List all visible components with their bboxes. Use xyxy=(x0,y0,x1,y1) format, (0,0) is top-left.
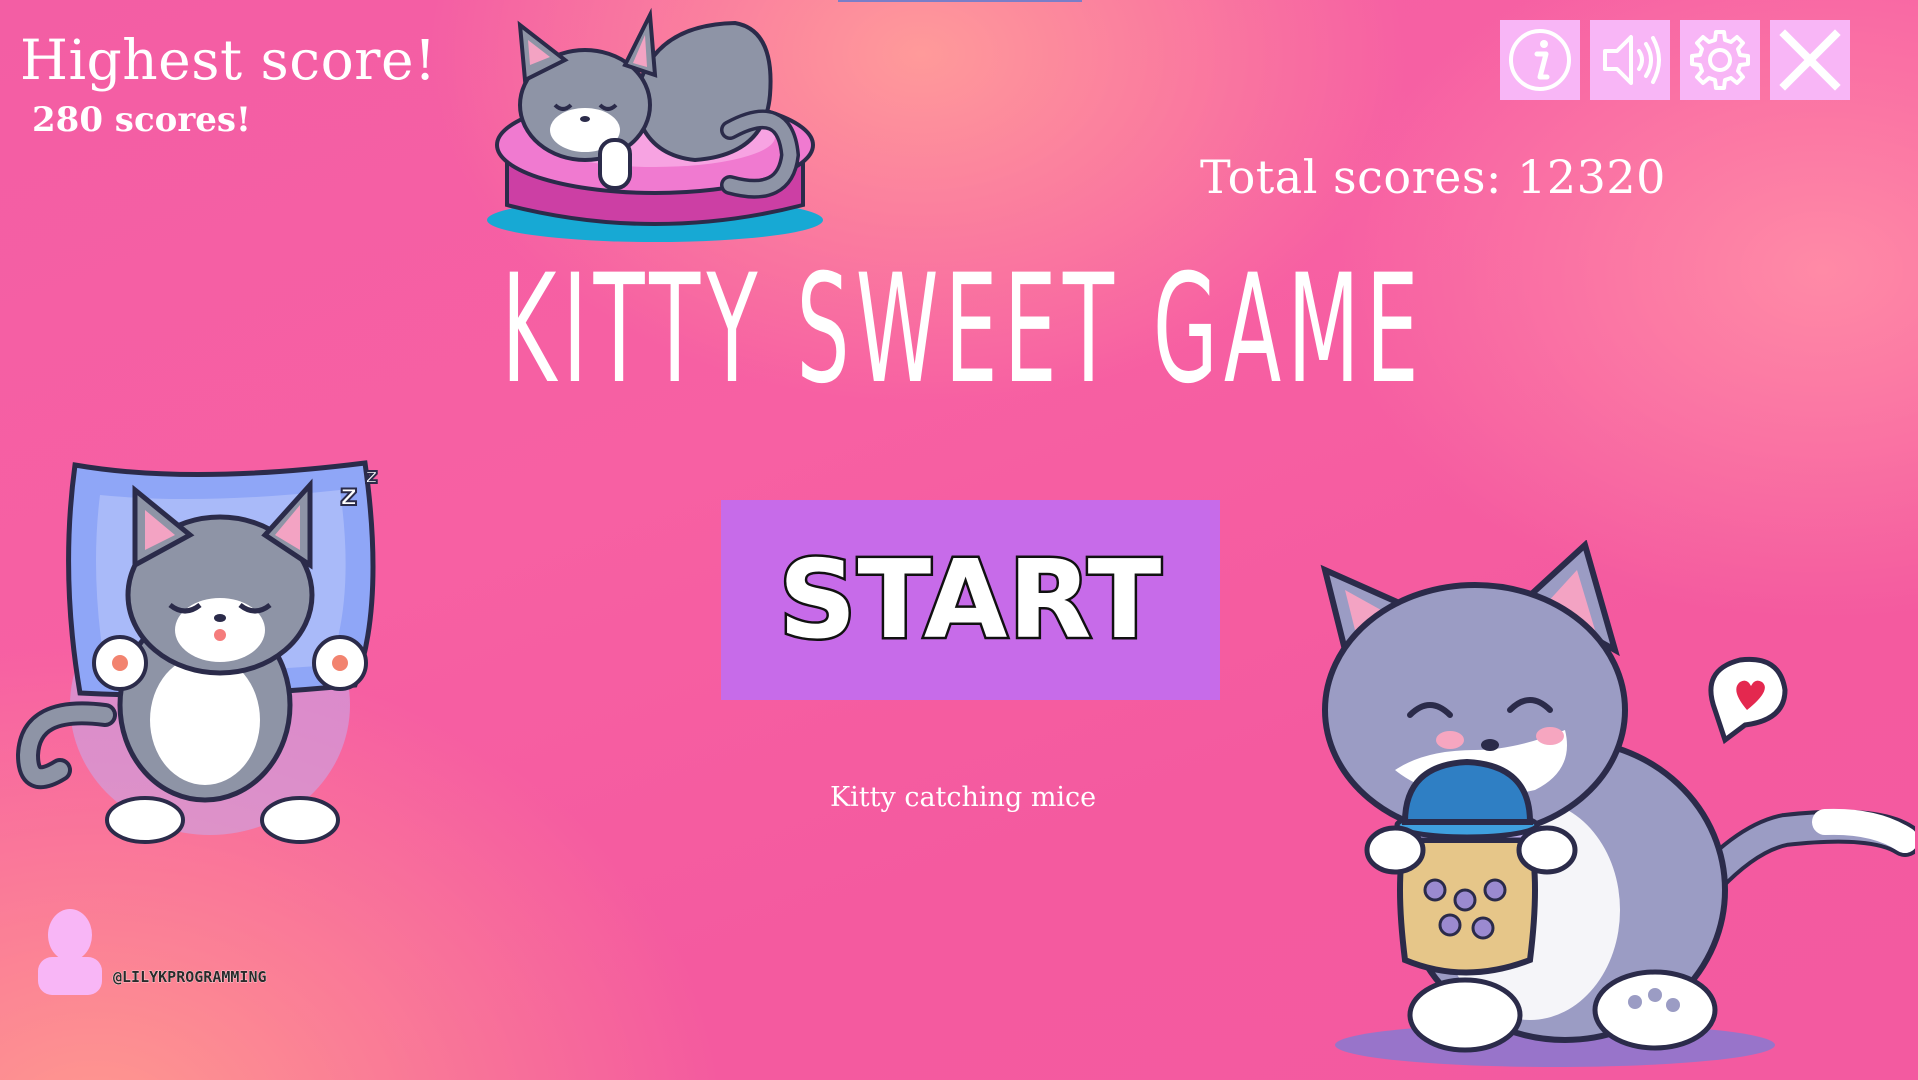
highest-score-title: Highest score! xyxy=(20,28,437,92)
total-scores-label: Total scores: 12320 xyxy=(1200,150,1666,204)
sound-button[interactable] xyxy=(1590,20,1670,100)
close-icon xyxy=(1779,29,1841,91)
highest-score-value: 280 scores! xyxy=(32,100,251,140)
game-subtitle: Kitty catching mice xyxy=(830,782,1097,813)
info-icon xyxy=(1509,29,1571,91)
game-title: KITTY SWEET GAME xyxy=(501,243,1425,417)
user-avatar-icon xyxy=(38,909,102,995)
settings-button[interactable] xyxy=(1680,20,1760,100)
author-handle: @LILYKPROGRAMMING xyxy=(113,968,267,987)
cat-on-cushion-illustration xyxy=(487,7,823,242)
close-button[interactable] xyxy=(1770,20,1850,100)
gear-icon xyxy=(1690,30,1750,90)
svg-text:z: z xyxy=(365,464,378,489)
top-toolbar xyxy=(1500,20,1851,100)
top-accent-bar xyxy=(838,0,1082,2)
cat-on-pillow-illustration: z z xyxy=(15,460,379,844)
start-button-label: START xyxy=(776,535,1164,665)
svg-text:z: z xyxy=(340,478,357,513)
info-button[interactable] xyxy=(1500,20,1580,100)
speaker-icon xyxy=(1603,35,1661,85)
cat-bubble-tea-illustration xyxy=(1320,540,1915,1067)
start-button[interactable]: START xyxy=(721,500,1220,700)
